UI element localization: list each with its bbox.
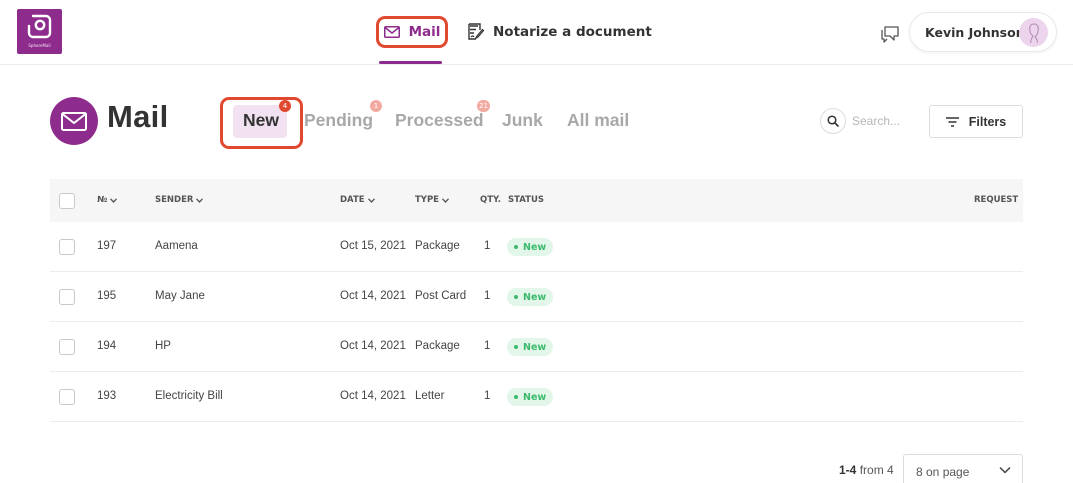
cell-qty: 1	[484, 390, 491, 402]
nav-mail[interactable]: Mail	[376, 16, 448, 48]
cell-qty: 1	[484, 240, 491, 252]
column-number[interactable]: №	[97, 195, 118, 205]
column-type[interactable]: TYPE	[415, 195, 449, 205]
cell-number: 195	[97, 290, 117, 302]
status-label: New	[523, 391, 547, 403]
cell-type: Post Card	[415, 290, 467, 302]
cell-date: Oct 15, 2021	[340, 240, 406, 252]
spheremail-logo[interactable]: SphereMail	[17, 9, 62, 54]
status-dot-icon	[514, 345, 518, 349]
per-page-value: 8 on page	[916, 465, 970, 479]
status-badge: New	[507, 238, 554, 256]
row-checkbox[interactable]	[59, 339, 75, 355]
status-label: New	[523, 241, 547, 253]
table-row[interactable]: 195 May Jane Oct 14, 2021 Post Card 1 Ne…	[50, 272, 1023, 322]
search-input[interactable]	[852, 111, 914, 131]
tab-processed-badge: 21	[477, 100, 490, 112]
logo-mark-icon	[27, 14, 52, 39]
pagination-summary: 1-4 from 4	[839, 463, 894, 477]
filters-label: Filters	[968, 114, 1007, 129]
nav-mail-label: Mail	[408, 24, 441, 40]
tab-new[interactable]: New	[243, 110, 279, 131]
top-bar: SphereMail Mail Notarize a document Kevi…	[0, 0, 1073, 65]
tab-new-badge: 4	[279, 100, 291, 112]
cell-sender: May Jane	[155, 290, 205, 302]
row-checkbox[interactable]	[59, 239, 75, 255]
filters-button[interactable]: Filters	[929, 105, 1023, 138]
status-badge: New	[507, 338, 554, 356]
status-label: New	[523, 291, 547, 303]
cell-type: Package	[415, 240, 460, 252]
column-request: REQUEST	[974, 195, 1018, 205]
cell-type: Package	[415, 340, 460, 352]
nav-notarize[interactable]: Notarize a document	[467, 21, 652, 43]
chevron-down-icon	[110, 197, 118, 203]
status-dot-icon	[514, 395, 518, 399]
document-sign-icon	[468, 23, 485, 40]
table-row[interactable]: 197 Aamena Oct 15, 2021 Package 1 New	[50, 222, 1023, 272]
status-label: New	[523, 341, 547, 353]
status-dot-icon	[514, 245, 518, 249]
cell-date: Oct 14, 2021	[340, 290, 406, 302]
mail-page-icon	[50, 97, 98, 145]
column-qty: QTY.	[480, 195, 501, 205]
column-status-label: STATUS	[508, 195, 545, 205]
status-badge: New	[507, 388, 554, 406]
status-badge: New	[507, 288, 554, 306]
column-sender[interactable]: SENDER	[155, 195, 204, 205]
pagination-range: 1-4	[839, 463, 857, 477]
chat-icon[interactable]	[879, 22, 901, 44]
user-name: Kevin Johnson	[925, 24, 1025, 40]
tab-pending-badge: 1	[370, 100, 382, 112]
envelope-icon	[61, 111, 87, 131]
cell-qty: 1	[484, 340, 491, 352]
user-avatar-icon	[1029, 23, 1039, 44]
nav-notarize-label: Notarize a document	[493, 24, 652, 40]
cell-number: 193	[97, 390, 117, 402]
tab-junk[interactable]: Junk	[502, 110, 543, 131]
tab-all-mail[interactable]: All mail	[567, 110, 629, 131]
envelope-icon	[383, 26, 400, 38]
chevron-down-icon	[367, 197, 375, 203]
cell-date: Oct 14, 2021	[340, 390, 406, 402]
avatar	[1019, 18, 1048, 47]
table-row[interactable]: 193 Electricity Bill Oct 14, 2021 Letter…	[50, 372, 1023, 422]
row-checkbox[interactable]	[59, 389, 75, 405]
column-type-label: TYPE	[415, 195, 439, 205]
row-checkbox[interactable]	[59, 289, 75, 305]
cell-sender: Aamena	[155, 240, 198, 252]
column-status: STATUS	[508, 195, 544, 205]
per-page-select[interactable]: 8 on page	[903, 454, 1023, 483]
column-date[interactable]: DATE	[340, 195, 375, 205]
column-request-label: REQUEST	[974, 195, 1019, 205]
cell-type: Letter	[415, 390, 445, 402]
chevron-down-icon	[999, 466, 1011, 474]
select-all-checkbox[interactable]	[59, 193, 75, 209]
logo-text: SphereMail	[28, 43, 51, 48]
chevron-down-icon	[196, 197, 204, 203]
column-number-label: №	[97, 195, 108, 205]
tab-processed[interactable]: Processed	[395, 110, 484, 131]
cell-date: Oct 14, 2021	[340, 340, 406, 352]
cell-number: 197	[97, 240, 117, 252]
column-date-label: DATE	[340, 195, 365, 205]
tab-pending[interactable]: Pending	[304, 110, 373, 131]
table-row[interactable]: 194 HP Oct 14, 2021 Package 1 New	[50, 322, 1023, 372]
pagination-total: from 4	[859, 463, 894, 477]
table-header: № SENDER DATE TYPE QTY. STATUS REQUEST	[50, 179, 1023, 222]
filter-icon	[945, 116, 959, 127]
column-qty-label: QTY.	[480, 195, 502, 205]
user-menu[interactable]: Kevin Johnson	[909, 12, 1057, 52]
nav-active-indicator	[379, 61, 442, 64]
cell-qty: 1	[484, 290, 491, 302]
column-sender-label: SENDER	[155, 195, 194, 205]
status-dot-icon	[514, 295, 518, 299]
chevron-down-icon	[442, 197, 449, 203]
cell-sender: Electricity Bill	[155, 390, 223, 402]
search-button[interactable]	[820, 108, 846, 134]
cell-sender: HP	[155, 340, 171, 352]
page-title: Mail	[107, 99, 169, 134]
cell-number: 194	[97, 340, 117, 352]
search-icon	[827, 115, 839, 127]
